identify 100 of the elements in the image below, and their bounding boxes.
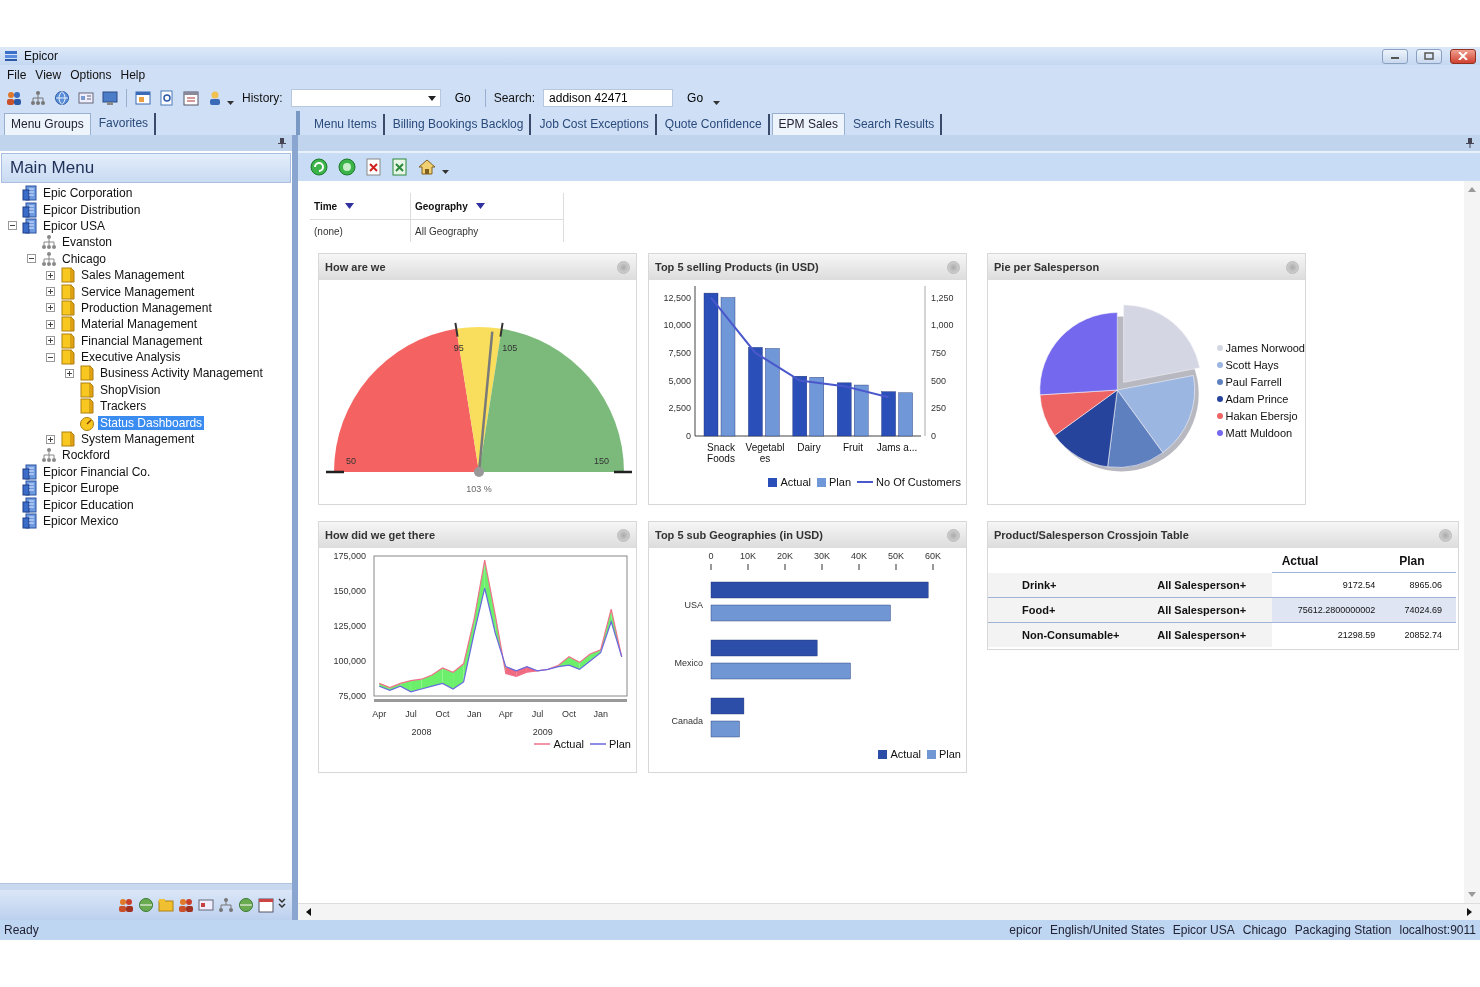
go-button[interactable]: Go	[681, 91, 710, 105]
expander-icon[interactable]	[46, 434, 55, 444]
tree-item[interactable]: Rockford	[60, 448, 113, 463]
menu-item[interactable]: Help	[120, 68, 146, 82]
panel-title: Top 5 sub Geographies (in USD)	[655, 529, 824, 541]
expander-icon[interactable]	[65, 369, 74, 378]
menu-item[interactable]: Options	[70, 68, 112, 82]
close-button[interactable]	[1450, 48, 1476, 64]
search-field[interactable]: addison 42471	[543, 89, 674, 107]
calendar-icon[interactable]	[183, 90, 199, 106]
people-icon[interactable]	[118, 897, 134, 913]
delete-page-icon[interactable]	[366, 158, 382, 176]
axis-tick-label: 30K	[814, 551, 830, 561]
pin-icon[interactable]	[278, 138, 286, 148]
category-label: Canada	[671, 716, 703, 726]
home-icon[interactable]	[418, 158, 436, 176]
panel-title: How did we get there	[325, 529, 436, 541]
globe-icon[interactable]	[238, 897, 254, 913]
tree-item[interactable]: Business Activity Management	[98, 366, 265, 381]
expander-icon[interactable]	[46, 303, 55, 313]
expander-icon[interactable]	[27, 254, 36, 264]
tab[interactable]: EPM Sales	[771, 113, 845, 135]
minimize-button[interactable]	[1382, 48, 1408, 64]
category-label: Mexico	[674, 658, 703, 668]
go-button[interactable]: Go	[448, 91, 477, 105]
scroll-left-icon[interactable]	[306, 908, 311, 916]
expander-icon[interactable]	[46, 270, 55, 280]
scroll-down-icon[interactable]	[1468, 892, 1476, 897]
tree-item[interactable]: Epicor USA	[41, 218, 108, 233]
expander-icon[interactable]	[8, 221, 17, 231]
globe-icon[interactable]	[138, 897, 154, 913]
globe-icon[interactable]	[54, 90, 70, 106]
tree-item[interactable]: Chicago	[60, 251, 109, 266]
person-icon[interactable]	[207, 90, 223, 106]
axis-tick-label: 125,000	[333, 621, 366, 631]
sheet-icon[interactable]	[392, 158, 408, 176]
tree-item[interactable]: Epicor Distribution	[41, 202, 143, 217]
expander-icon[interactable]	[46, 319, 55, 329]
scroll-right-icon[interactable]	[1467, 908, 1472, 916]
card-icon[interactable]	[198, 897, 214, 913]
network-icon	[41, 250, 57, 267]
tree-item[interactable]: Epicor Mexico	[41, 514, 121, 528]
gauge-icon	[79, 414, 95, 431]
tree-item[interactable]: Epicor Education	[41, 497, 136, 512]
menu-item[interactable]: File	[7, 68, 27, 82]
panel-title: How are we	[325, 261, 387, 273]
magnifier-page-icon[interactable]	[159, 90, 175, 106]
tree-item[interactable]: System Management	[79, 432, 197, 447]
axis-tick-label: 40K	[851, 551, 867, 561]
caret-icon[interactable]	[442, 168, 449, 174]
calendar-icon[interactable]	[258, 897, 274, 913]
tree-item[interactable]: Financial Management	[79, 333, 205, 348]
expander-icon[interactable]	[46, 287, 55, 297]
history-field[interactable]	[290, 89, 441, 107]
legend-line	[534, 740, 551, 748]
tree-item[interactable]: Trackers	[98, 399, 149, 414]
axis-tick	[932, 563, 934, 571]
table-row[interactable]: Drink+ All Salesperson+ 9172.54 8965.06	[988, 572, 1456, 598]
horizontal-scrollbar[interactable]	[298, 903, 1480, 920]
dropdown-arrow-icon[interactable]	[427, 95, 436, 101]
pin-icon[interactable]	[1466, 138, 1474, 148]
tree-item[interactable]: ShopVision	[98, 382, 163, 397]
tree-item[interactable]: Epicor Financial Co.	[41, 464, 153, 479]
table-cell: 75612.2800000002	[1271, 597, 1390, 623]
tree-item[interactable]: Production Management	[79, 300, 214, 315]
network-icon[interactable]	[30, 90, 46, 106]
resize-grip[interactable]	[0, 883, 292, 890]
people-icon[interactable]	[178, 897, 194, 913]
tree-item[interactable]: Epicor Europe	[41, 481, 122, 496]
monitor-icon[interactable]	[102, 90, 118, 106]
window-icon[interactable]	[135, 90, 151, 106]
status-text: Ready	[4, 923, 39, 937]
tree-item[interactable]: Executive Analysis	[79, 350, 183, 365]
status-field: localhost:9011	[1399, 923, 1476, 937]
tree-item[interactable]: Service Management	[79, 284, 197, 299]
dropdown-arrow-icon[interactable]	[345, 203, 355, 209]
tab[interactable]: Menu Groups	[4, 113, 91, 135]
history-label: History:	[242, 91, 283, 105]
axis-tick	[784, 563, 786, 571]
menu-item[interactable]: View	[35, 68, 62, 82]
tree-item[interactable]: Epic Corporation	[41, 186, 135, 201]
network-icon[interactable]	[218, 897, 234, 913]
caret-icon[interactable]	[227, 99, 234, 105]
book-icon	[60, 349, 76, 366]
caret-icon[interactable]	[713, 99, 721, 105]
expander-icon[interactable]	[46, 336, 55, 346]
tree-item[interactable]: Evanston	[60, 235, 115, 250]
table-row[interactable]: Non-Consumable+ All Salesperson+ 21298.59 20852.74	[988, 622, 1456, 647]
maximize-button[interactable]	[1416, 48, 1442, 64]
table-row[interactable]: Food+ All Salesperson+ 75612.2800000002 74024.69	[988, 597, 1456, 623]
dropdown-arrow-icon[interactable]	[475, 203, 485, 209]
tree-item[interactable]: Material Management	[79, 317, 200, 332]
people-icon[interactable]	[6, 90, 22, 106]
expander-icon[interactable]	[46, 352, 55, 362]
forward-icon[interactable]	[338, 158, 356, 176]
scroll-up-icon[interactable]	[1468, 187, 1476, 192]
vertical-scrollbar[interactable]	[1464, 181, 1480, 903]
book-icon	[60, 267, 76, 284]
refresh-icon[interactable]	[310, 158, 328, 176]
tree-item[interactable]: Sales Management	[79, 268, 187, 283]
